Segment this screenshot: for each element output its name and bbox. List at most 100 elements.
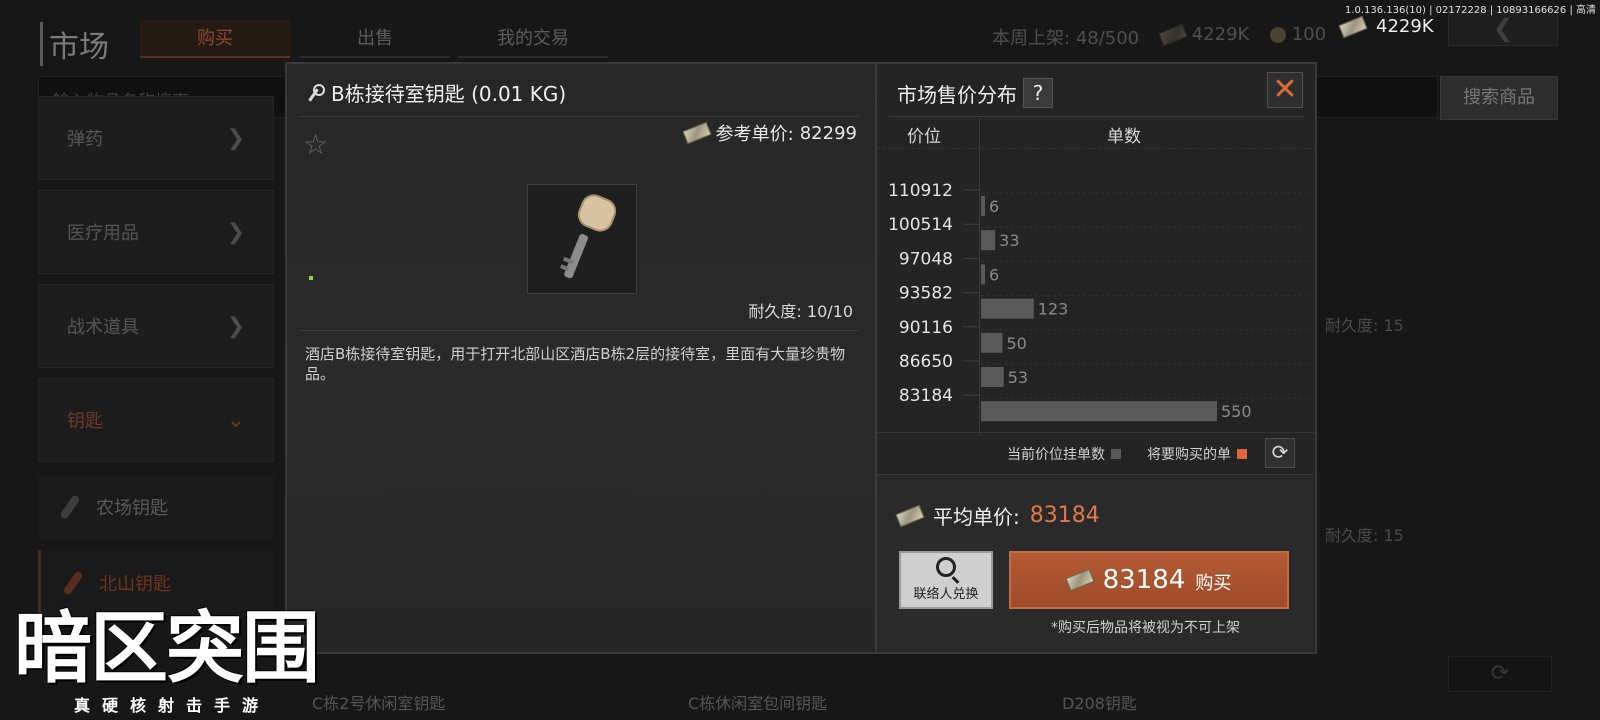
tab-sell[interactable]: 出售 [300,20,450,58]
tab-buy[interactable]: 购买 [140,20,290,58]
column-header-count: 单数 [1107,127,1141,147]
count-bar-label: 6 [989,265,999,284]
top-money-value: 4229K [1376,16,1434,37]
item-durability: 耐久度: 15 [1325,526,1404,545]
price-tick-label: 97048 [899,249,953,269]
ref-price-value: 82299 [799,122,857,144]
price-tick-label: 100514 [888,215,953,235]
key-icon [305,83,325,102]
distribution-title: 市场售价分布 ? [897,78,1053,108]
category-label: 钥匙 [67,411,103,432]
count-bar-label: 50 [1006,334,1026,353]
price-distribution-chart: 110912 100514 97048 93582 90116 86650 83184 633… [888,181,1309,422]
category-medical[interactable]: 医疗用品 ❯ [38,190,274,274]
item-purchase-dialog: B栋接待室钥匙 (0.01 KG) 参考单价: 82299 ☆ 耐久度: 10/1… [285,62,1317,654]
buy-price: 83184 [1102,565,1186,595]
category-label: 弹药 [67,129,103,150]
distribution-title-text: 市场售价分布 [897,82,1017,107]
help-button[interactable]: ? [1023,78,1053,108]
page-title: 市场 [40,22,109,66]
money-icon [1064,568,1095,592]
count-bar-label: 53 [1008,368,1028,387]
bg-refresh-button[interactable]: ⟳ [1448,656,1552,692]
price-tick-label: 90116 [899,318,953,338]
chevron-down-icon: ⌄ [226,407,245,433]
divider [877,432,1317,433]
refresh-icon: ⟳ [1490,661,1510,686]
divider [877,148,1317,149]
weekly-listing-value: 48/500 [1075,28,1140,49]
legend-current: 当前价位挂单数 [1007,444,1121,464]
count-bar-label: 6 [989,197,999,216]
legend-label: 当前价位挂单数 [1007,447,1105,463]
key-icon [59,494,81,520]
item-durability: 耐久度: 15 [1325,316,1404,335]
column-header-price: 价位 [907,127,941,147]
category-ammo[interactable]: 弹药 ❯ [38,96,274,180]
bg-coins-value: 100 [1291,24,1327,45]
divider [299,330,859,331]
count-bar [981,298,1034,319]
contact-exchange-button[interactable]: 联络人兑换 [899,551,993,609]
category-keys[interactable]: 钥匙 ⌄ [38,378,274,462]
bg-coins: 100 [1270,24,1326,45]
logo-title: 暗区突围 [14,604,320,694]
count-bar [981,264,985,285]
price-tick-label: 83184 [899,386,953,406]
count-bar-label: 123 [1038,300,1069,319]
sub-item-label: 北山钥匙 [99,574,171,595]
item-durability: 耐久度: 10/10 [748,302,853,321]
logo-subtitle: 真硬核射击手游 [74,696,271,715]
item-description: 酒店B栋接待室钥匙，用于打开北部山区酒店B栋2层的接待室，里面有大量珍贵物品。 [305,345,846,383]
money-icon [1158,23,1188,47]
version-string: 1.0.136.136(10) | 02172228 | 10893166626… [1344,5,1596,16]
sub-item-farm-key[interactable]: 农场钥匙 [38,474,274,540]
tab-my-trades[interactable]: 我的交易 [458,20,608,58]
close-button[interactable]: ✕ [1267,72,1303,108]
legend-swatch [1237,449,1247,459]
count-bar-label: 550 [1221,402,1252,421]
reference-price: 参考单价: 82299 [681,120,857,146]
count-bar [981,230,996,251]
purchase-section: 平均单价: 83184 联络人兑换 83184 购买 *购买后物品将被视为不可上… [877,474,1313,652]
favorite-star-icon[interactable]: ☆ [303,128,328,161]
top-money: 4229K [1338,15,1434,38]
status-dot [309,276,313,280]
category-label: 战术道具 [67,317,139,338]
divider [889,116,1305,117]
price-tick-label: 110912 [888,181,953,201]
price-distribution-panel: 市场售价分布 ? ✕ 价位 单数 110912 100514 97048 93582 9… [875,64,1317,652]
buy-button[interactable]: 83184 购买 [1009,551,1289,609]
weekly-listing-label: 本周上架: [992,28,1071,49]
item-detail-panel: B栋接待室钥匙 (0.01 KG) 参考单价: 82299 ☆ 耐久度: 10/1… [287,64,875,652]
count-bar [981,401,1217,422]
item-title: B栋接待室钥匙 (0.01 KG) [305,78,566,107]
buy-label: 购买 [1195,573,1232,594]
sub-item-label: 农场钥匙 [96,498,168,519]
search-icon [936,557,956,577]
money-icon [895,504,925,527]
item-image [527,184,637,294]
buy-note: *购买后物品将被视为不可上架 [1051,620,1240,636]
search-button[interactable]: 搜索商品 [1440,76,1558,120]
count-bar [981,332,1003,353]
avg-price-label: 平均单价: [933,505,1020,529]
count-bar-label: 33 [999,231,1019,250]
item-card-name[interactable]: D208钥匙 [1062,690,1137,714]
chevron-right-icon: ❯ [226,313,245,339]
game-logo: 暗区突围 真硬核射击手游 [14,606,360,716]
key-icon [559,194,617,279]
refresh-button[interactable]: ⟳ [1265,438,1295,468]
divider [299,116,859,117]
bg-money-value: 4229K [1191,24,1250,45]
item-card-name[interactable]: C栋休闲室包间钥匙 [688,690,827,714]
item-title-text: B栋接待室钥匙 (0.01 KG) [331,82,567,106]
price-tick-label: 93582 [899,284,953,304]
money-icon [681,121,712,145]
chevron-right-icon: ❯ [226,125,245,151]
bg-money: 4229K [1158,23,1250,47]
category-tactical[interactable]: 战术道具 ❯ [38,284,274,368]
key-icon [62,570,84,596]
money-icon [1338,15,1368,38]
contact-exchange-label: 联络人兑换 [913,587,979,602]
